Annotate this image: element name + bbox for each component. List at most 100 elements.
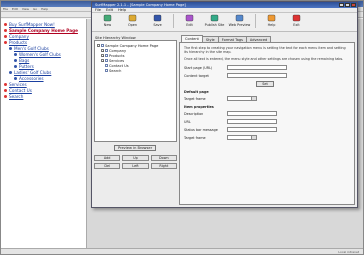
toolbar-separator — [255, 14, 256, 28]
set-button[interactable]: Set — [256, 80, 274, 87]
browser-menu-item[interactable]: Go — [33, 7, 37, 11]
app-title: SurfMapper 2.1.1 - [Sample Company Home … — [95, 3, 186, 7]
nav-link[interactable]: Search — [4, 93, 83, 99]
tree-node-label: Contact Us — [109, 63, 129, 68]
edit-icon — [185, 14, 194, 22]
description-row: Description — [184, 111, 350, 117]
default-page-section: Default page — [184, 89, 209, 94]
nav-link[interactable]: Sample Company Home Page — [4, 27, 83, 33]
properties-pane: Content Style Format Tags Advanced The firs… — [179, 35, 355, 205]
page-icon — [105, 58, 108, 63]
nav-link-label: Contact Us — [9, 87, 32, 93]
bullet-icon — [4, 82, 7, 86]
tree-up-button[interactable]: Up — [122, 155, 149, 161]
expand-toggle-icon[interactable]: + — [101, 49, 104, 52]
intro-text: The first step to creating your navigati… — [184, 46, 346, 55]
bullet-icon — [4, 88, 7, 92]
window-controls — [339, 3, 357, 7]
item-properties-section: Item properties — [184, 104, 214, 109]
app-menu-item[interactable]: Help — [118, 8, 126, 12]
toolbar-help-button[interactable]: Help — [260, 14, 283, 30]
minimize-button[interactable] — [339, 3, 344, 7]
intro-text-2: Once all text is entered, the menu style… — [184, 57, 344, 62]
bullet-icon — [9, 70, 12, 74]
content-target-input[interactable] — [227, 73, 287, 79]
browser-menu-item[interactable]: Edit — [12, 7, 18, 11]
browser-menu-item[interactable]: View — [22, 7, 29, 11]
default-target-row: Target frame — [184, 96, 350, 102]
toolbar-edit-button[interactable]: Edit — [178, 14, 201, 30]
publish-icon — [210, 14, 219, 22]
bullet-icon — [9, 46, 12, 50]
site-tree[interactable]: - Sample Company Home Page + Company + Produc… — [94, 40, 177, 142]
tree-node-label: Company — [109, 48, 127, 53]
start-page-input[interactable] — [227, 65, 287, 71]
description-label: Description — [184, 111, 204, 116]
nav-link-label: Women's Golf Clubs — [19, 51, 61, 57]
toolbar-publish-site-button[interactable]: Publish Site — [203, 14, 226, 30]
exit-icon — [292, 14, 301, 22]
tree-right-button[interactable]: Right — [150, 163, 177, 169]
preview-in-browser-button[interactable]: Preview in Browser — [114, 145, 156, 151]
browser-menu-item[interactable]: File — [3, 7, 8, 11]
status-message-input[interactable] — [227, 127, 277, 133]
description-input[interactable] — [227, 111, 277, 117]
toolbar-label: Save — [153, 23, 162, 27]
url-input[interactable] — [227, 119, 277, 125]
tree-add-button[interactable]: Add — [94, 155, 121, 161]
url-label: URL — [184, 119, 191, 124]
item-target-label: Target frame — [184, 135, 206, 140]
tab-content[interactable]: Content — [181, 35, 203, 42]
toolbar-save-button[interactable]: Save — [146, 14, 169, 30]
nav-link-label: Services — [9, 81, 27, 87]
toolbar-exit-button[interactable]: Exit — [285, 14, 308, 30]
default-target-select[interactable] — [227, 96, 257, 102]
url-row: URL — [184, 119, 350, 125]
new-icon — [103, 14, 112, 22]
expand-toggle-icon[interactable]: - — [97, 44, 100, 47]
page-icon — [105, 68, 108, 73]
tree-down-button[interactable]: Down — [150, 155, 177, 161]
bullet-icon — [4, 40, 7, 44]
tree-left-button[interactable]: Left — [122, 163, 149, 169]
bullet-icon — [4, 34, 7, 38]
expand-toggle-icon[interactable]: + — [101, 59, 104, 62]
nav-link-label: Putters — [19, 63, 34, 69]
tree-node[interactable]: Search — [97, 68, 174, 73]
browser-statusbar: Local intranet — [1, 248, 363, 254]
bullet-icon — [4, 22, 7, 26]
hierarchy-pane: Site Hierarchy Window - Sample Company Ho… — [94, 35, 177, 205]
content-target-label: Content target — [184, 73, 209, 78]
tree-del-button[interactable]: Del — [94, 163, 121, 169]
app-menu-item[interactable]: File — [95, 8, 101, 12]
page-icon — [105, 63, 108, 68]
tree-node-label: Products — [109, 53, 125, 58]
toolbar-web-preview-button[interactable]: Web Preview — [228, 14, 251, 30]
nav-link-label: Accessories — [19, 75, 44, 81]
app-menu-item[interactable]: Edit — [106, 8, 113, 12]
toolbar-new-button[interactable]: New — [96, 14, 119, 30]
expand-toggle-icon[interactable]: + — [101, 54, 104, 57]
save-icon — [153, 14, 162, 22]
page-icon — [105, 53, 108, 58]
tab-content: The first step to creating your navigati… — [179, 42, 355, 205]
status-message-label: Status bar message — [184, 127, 218, 132]
browser-menu-item[interactable]: Help — [41, 7, 48, 11]
toolbar-open-button[interactable]: Open — [121, 14, 144, 30]
app-toolbar: New Open Save Edit Publish Site Web Preview He… — [92, 13, 357, 32]
page-icon — [105, 48, 108, 53]
maximize-button[interactable] — [345, 3, 350, 7]
close-button[interactable] — [351, 3, 356, 7]
bullet-icon — [4, 28, 7, 32]
site-nav-sidebar: Buy SurfMapper Now! Sample Company Home P… — [1, 19, 87, 248]
leaf-spacer — [101, 64, 104, 67]
toolbar-label: Open — [127, 23, 138, 27]
bullet-icon — [14, 64, 17, 68]
toolbar-label: Exit — [293, 23, 300, 27]
item-target-select[interactable] — [227, 135, 257, 141]
toolbar-label: Web Preview — [228, 23, 251, 27]
bullet-icon — [14, 52, 17, 56]
start-page-row: Start page (URL) — [184, 65, 350, 71]
nav-link-label: Men's Golf Clubs — [14, 45, 49, 51]
surfmapper-window: SurfMapper 2.1.1 - [Sample Company Home … — [91, 1, 358, 208]
